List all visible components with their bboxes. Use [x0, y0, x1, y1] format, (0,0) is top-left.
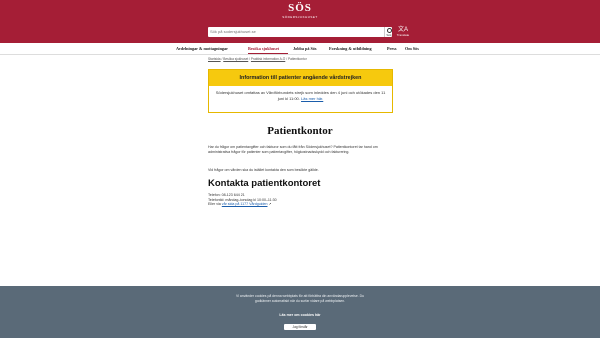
- search-button[interactable]: Sök: [384, 27, 393, 37]
- nav-item-besoka[interactable]: Besöka sjukhuset: [248, 46, 279, 51]
- care-questions-paragraph: Vid frågor om vården ska du istället kon…: [208, 168, 319, 172]
- notice-read-more-link[interactable]: Läs mer här.: [301, 96, 323, 101]
- strike-notice: Information till patienter angående vård…: [208, 69, 393, 113]
- nav-active-indicator: [248, 53, 288, 54]
- contact-alt: Eller via vår sida på 1177 Vårdguiden ↗: [208, 202, 277, 207]
- contact-heading: Kontakta patientkontoret: [208, 178, 321, 189]
- contact-details: Telefon: 08-123 644 21 Telefontid: månda…: [208, 193, 277, 207]
- breadcrumb-link-praktisk[interactable]: Praktisk information A-Ö: [251, 57, 285, 61]
- main-nav: Avdelningar & mottagningar Besöka sjukhu…: [0, 43, 600, 55]
- nav-item-jobba[interactable]: Jobba på Sös: [293, 46, 317, 51]
- search-box: Sök: [208, 27, 392, 37]
- breadcrumb-separator: /: [286, 57, 288, 61]
- cookie-read-more-link[interactable]: Läs mer om cookies här: [0, 313, 600, 317]
- nav-item-avdelningar[interactable]: Avdelningar & mottagningar: [176, 46, 228, 51]
- intro-paragraph: Har du frågor om patientavgifter och fak…: [208, 145, 378, 154]
- breadcrumb-current: Patientkontor: [287, 57, 307, 61]
- nav-item-om-sos[interactable]: Om Sös: [405, 46, 419, 51]
- cookie-accept-button[interactable]: Jag förstår: [284, 324, 316, 330]
- logo-subtitle: SÖDERSJUKHUSET: [282, 15, 318, 19]
- 1177-link[interactable]: vår sida på 1177 Vårdguiden: [222, 202, 268, 206]
- search-button-label: Sök: [386, 33, 392, 37]
- notice-title: Information till patienter angående vård…: [209, 70, 392, 86]
- translate-button[interactable]: 文A Translate: [396, 27, 410, 37]
- breadcrumb-separator: /: [249, 57, 251, 61]
- breadcrumb-link-besoka[interactable]: Besöka sjukhuset: [223, 57, 248, 61]
- search-icon: [386, 28, 392, 33]
- nav-item-press[interactable]: Press: [387, 46, 396, 51]
- contact-alt-prefix: Eller via: [208, 202, 221, 207]
- translate-label: Translate: [396, 33, 410, 37]
- breadcrumb: Startsida / Besöka sjukhuset / Praktisk …: [208, 57, 307, 61]
- external-link-icon: ↗: [268, 202, 272, 207]
- breadcrumb-link-startsida[interactable]: Startsida: [208, 57, 221, 61]
- notice-body: Södersjukhuset omfattas av Vårdförbundet…: [209, 86, 392, 102]
- search-input[interactable]: [210, 27, 380, 37]
- site-header: SÖS SÖDERSJUKHUSET Sök 文A Translate: [0, 0, 600, 43]
- nav-item-forskning[interactable]: Forskning & utbildning: [329, 46, 372, 51]
- cookie-banner: Vi använder cookies på denna webbplats f…: [0, 286, 600, 338]
- cookie-text: Vi använder cookies på denna webbplats f…: [236, 294, 364, 303]
- logo-mark: SÖS: [288, 2, 312, 14]
- site-logo[interactable]: SÖS SÖDERSJUKHUSET: [282, 2, 318, 20]
- page-title: Patientkontor: [267, 125, 333, 137]
